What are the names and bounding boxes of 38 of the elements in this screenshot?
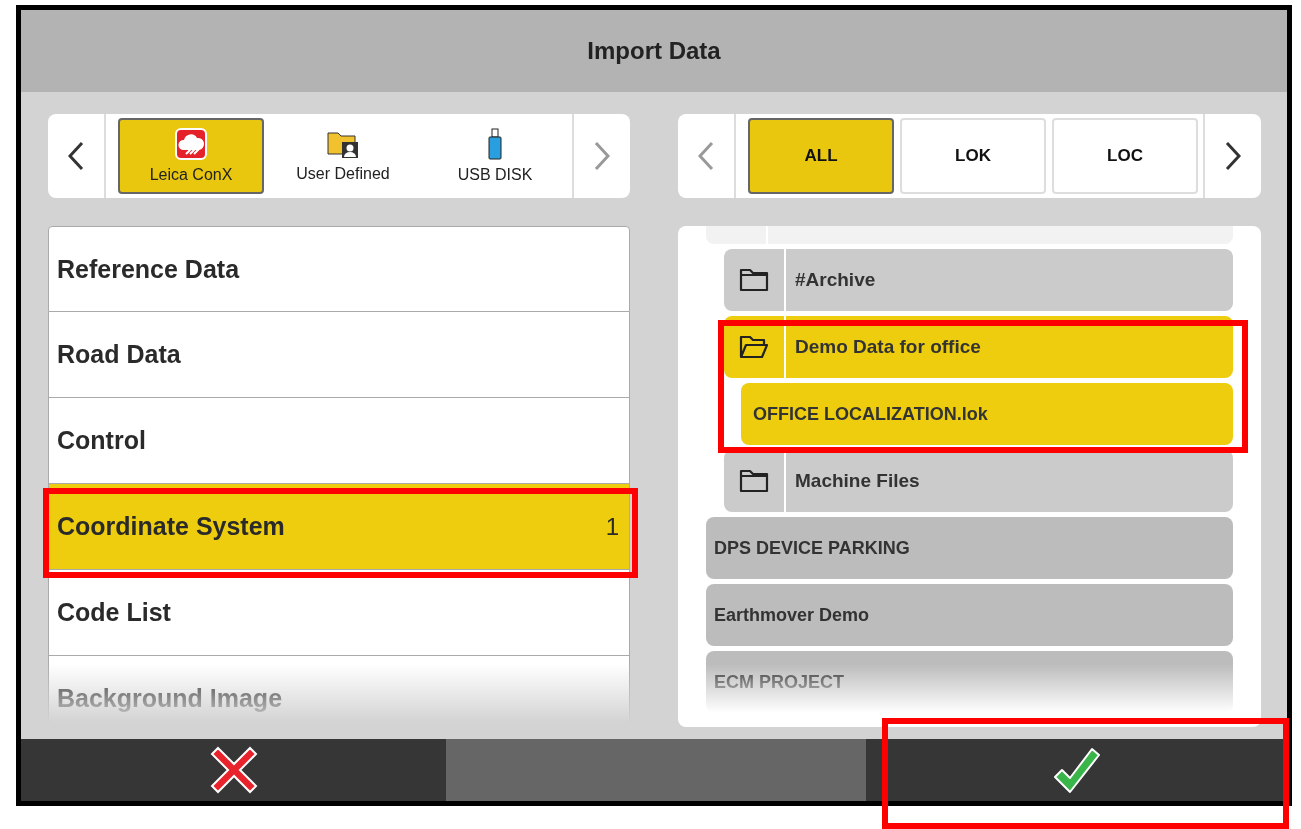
checkmark-icon <box>1051 745 1102 795</box>
folder-row[interactable]: Machine Files <box>724 450 1233 512</box>
category-label: Reference Data <box>57 254 240 284</box>
folder-row[interactable]: #Archive <box>724 249 1233 311</box>
category-item[interactable]: Road Data <box>48 312 630 398</box>
chevron-left-icon <box>698 141 714 171</box>
project-row[interactable]: DPS DEVICE PARKING <box>706 517 1233 579</box>
cancel-button[interactable] <box>21 739 446 801</box>
filter-tab[interactable]: LOK <box>900 118 1046 194</box>
category-label: Coordinate System <box>57 512 285 541</box>
chevron-left-icon <box>68 141 84 171</box>
usb-drive-icon <box>488 128 502 160</box>
folder-icon <box>739 268 769 292</box>
count: 1 <box>605 512 619 541</box>
cloud-icon <box>175 128 207 160</box>
filter-tab[interactable]: LOC <box>1052 118 1198 194</box>
category-item[interactable]: Coordinate System 1 <box>48 484 630 570</box>
user-folder-icon <box>327 129 359 159</box>
source-label: USB DISK <box>457 166 533 184</box>
category-item[interactable]: Control <box>48 398 630 484</box>
chevron-right-icon <box>594 141 610 171</box>
project-row[interactable]: Earthmover Demo <box>706 584 1233 646</box>
filter-tab[interactable]: ALL <box>748 118 894 194</box>
open-folder-icon <box>739 335 769 359</box>
folder-row[interactable]: Demo Data for office <box>724 316 1233 378</box>
source-label: Leica ConX <box>149 166 233 184</box>
category-label: Background Image <box>57 684 283 713</box>
category-label: Road Data <box>57 340 181 369</box>
source-tab[interactable]: Leica ConX <box>118 118 264 194</box>
file-row[interactable]: OFFICE LOCALIZATION.lok <box>741 383 1233 445</box>
category-label: Code List <box>57 598 171 627</box>
source-label: User Defined <box>296 165 390 183</box>
folder-icon <box>739 469 769 493</box>
category-label: Control <box>57 426 146 455</box>
chevron-right-icon <box>1225 141 1241 171</box>
window-title: Import Data <box>21 10 1287 92</box>
category-item[interactable]: Reference Data <box>48 226 630 312</box>
category-item[interactable]: Code List <box>48 570 630 656</box>
